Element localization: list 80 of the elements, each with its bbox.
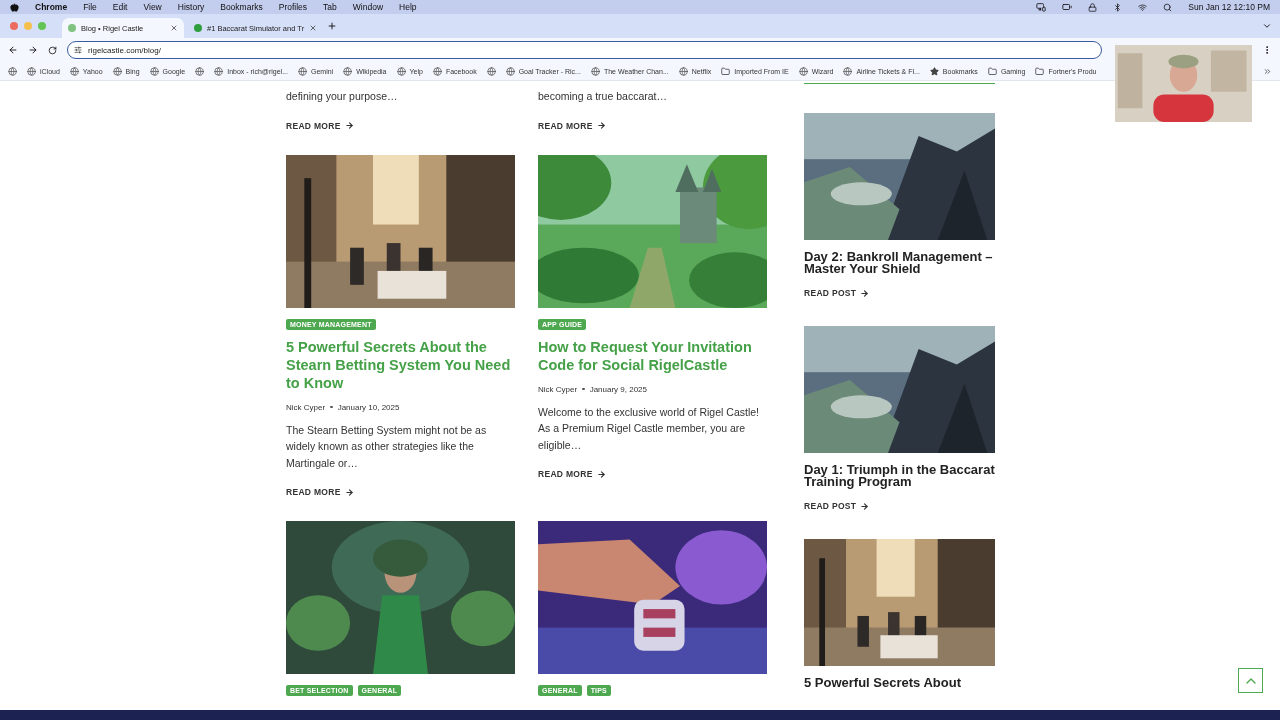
read-more-link[interactable]: READ MORE [538,469,606,479]
menu-item[interactable]: Tab [323,2,337,12]
address-field[interactable]: rigelcastle.com/blog/ [67,41,1102,59]
bookmark[interactable] [195,66,205,76]
tab-list-icon[interactable] [1262,21,1272,31]
post-title[interactable]: 5 Powerful Secrets About [804,677,961,689]
globe-icon [396,66,406,76]
bookmark[interactable] [8,66,17,76]
separator-dot [582,387,585,391]
globe-icon [678,66,688,76]
post-date: January 9, 2025 [589,384,647,394]
globe-icon [214,66,224,76]
globe-icon [8,66,17,76]
globe-icon [590,66,600,76]
reload-icon[interactable] [48,45,57,55]
globe-icon [432,66,442,76]
bluetooth-icon[interactable] [1113,2,1123,12]
menu-item[interactable]: Profiles [278,2,308,12]
close-icon[interactable] [309,24,318,32]
read-more-link[interactable]: READ MORE [286,120,354,131]
app-menu[interactable]: Chrome [35,2,68,12]
globe-icon [112,66,122,76]
new-tab-icon[interactable] [327,21,338,31]
apple-icon[interactable] [10,2,19,12]
lock-icon[interactable] [1088,2,1098,12]
globe-icon [343,66,353,76]
read-post-link[interactable]: READ POST [804,288,870,298]
search-icon[interactable] [1163,2,1173,12]
menu-item[interactable]: History [177,2,205,12]
back-icon[interactable] [8,45,18,55]
globe-icon [505,66,515,76]
menu-item[interactable]: File [83,2,97,12]
arrow-right-icon [860,288,870,298]
separator-dot [330,405,333,409]
arrow-right-icon [596,469,606,479]
post-author[interactable]: Nick Cyper [286,402,326,412]
globe-icon [798,66,808,76]
arrow-right-icon [344,121,354,130]
globe-icon [486,66,496,76]
post-excerpt: The Stearn Betting System might not be as widely known as other strategies like the Martingale or… [286,422,488,471]
favicon-icon [194,24,202,32]
globe-icon [69,66,79,76]
arrow-right-icon [344,487,354,497]
close-icon[interactable] [170,24,178,32]
post-excerpt: becoming a true baccarat… [538,89,667,104]
read-more-link[interactable]: READ MORE [538,120,606,131]
arrow-right-icon [596,121,606,130]
menu-item[interactable]: View [143,2,162,12]
site-settings-icon[interactable] [74,46,82,54]
favicon-icon [68,24,76,32]
menu-item[interactable]: Bookmarks [220,2,263,12]
folder-icon [721,66,731,76]
post-title[interactable]: Day 2: Bankroll Management – Master Your Shield [804,251,995,274]
globe-icon [843,66,853,76]
bookmark[interactable] [486,66,496,76]
forward-icon[interactable] [28,45,38,55]
post-title[interactable]: Day 1: Triumph in the Baccarat Training Program [804,464,995,487]
globe-icon [195,66,205,76]
globe-icon [298,66,307,76]
post-excerpt: defining your purpose… [286,89,398,104]
battery-icon[interactable] [1062,2,1073,12]
globe-icon [27,66,36,76]
star-icon [929,66,939,76]
folder-icon [987,66,997,76]
screen-share-icon[interactable] [1036,2,1047,12]
wifi-icon[interactable] [1138,2,1148,12]
menu-item[interactable]: Help [399,2,417,12]
post-author[interactable]: Nick Cyper [538,384,578,394]
read-more-link[interactable]: READ MORE [286,487,354,497]
clock[interactable]: Sun Jan 12 12:10 PM [1188,2,1270,12]
post-excerpt: Welcome to the exclusive world of Rigel Castle! As a Premium Rigel Castle member, you are eligible… [538,404,760,453]
folder-icon [1035,66,1045,76]
arrow-right-icon [860,501,870,511]
post-date: January 10, 2025 [337,402,400,412]
menu-item[interactable]: Window [352,2,384,12]
scroll-top-button[interactable] [1238,668,1263,693]
more-bookmarks-icon[interactable] [1263,66,1272,76]
read-post-link[interactable]: READ POST [804,501,870,511]
globe-icon [149,66,159,76]
menu-item[interactable]: Edit [112,2,128,12]
